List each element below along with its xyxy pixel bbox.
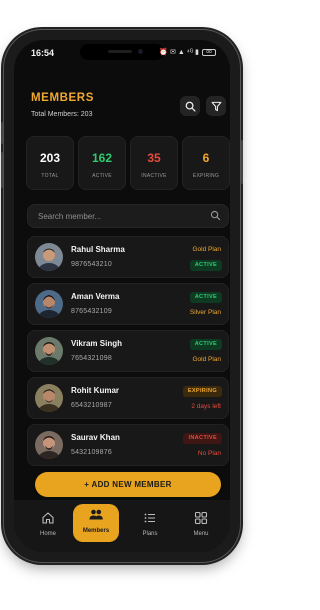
- stat-value: 35: [147, 151, 161, 165]
- search-input[interactable]: [27, 204, 229, 228]
- status-icons-text: ⏰ ✉ ▲ ⁴ᴳ ▮: [159, 49, 199, 56]
- member-phone: 7654321098: [71, 355, 112, 362]
- plan-label: Gold Plan: [192, 246, 221, 253]
- member-card[interactable]: Vikram Singh 7654321098 ACTIVE Gold Plan: [27, 330, 229, 372]
- nav-label: Home: [39, 531, 56, 537]
- total-members-count: Total Members: 203: [31, 111, 93, 118]
- plan-label: Silver Plan: [189, 309, 221, 316]
- users-icon: [89, 509, 103, 520]
- status-badge: INACTIVE: [183, 433, 222, 444]
- member-phone: 8765432109: [71, 308, 112, 315]
- search-icon: [185, 101, 196, 112]
- avatar: [35, 337, 63, 365]
- phone-frame: 16:54 ⏰ ✉ ▲ ⁴ᴳ ▮ 88 MEMBERS Total Member…: [1, 30, 243, 562]
- page-title: MEMBERS: [31, 92, 94, 104]
- grid-icon: [194, 511, 208, 525]
- filter-button[interactable]: [206, 96, 226, 116]
- status-badge: EXPIRING: [182, 386, 222, 397]
- stat-value: 6: [202, 151, 210, 165]
- volume-down-button: [1, 152, 3, 188]
- nav-label: Plans: [142, 531, 158, 537]
- avatar: [35, 431, 63, 459]
- stat-expiring[interactable]: 6 EXPIRING: [182, 136, 230, 190]
- plan-label: Gold Plan: [192, 356, 221, 363]
- member-card[interactable]: Saurav Khan 5432109876 INACTIVE No Plan: [27, 424, 229, 466]
- stat-total[interactable]: 203 TOTAL: [26, 136, 74, 190]
- list-icon: [144, 513, 155, 523]
- member-name: Rahul Sharma: [71, 245, 125, 254]
- member-name: Rohit Kumar: [71, 386, 119, 395]
- member-name: Aman Verma: [71, 292, 120, 301]
- system-icons: ⏰ ✉ ▲ ⁴ᴳ ▮ 88: [159, 48, 216, 56]
- add-new-member-button[interactable]: + ADD NEW MEMBER: [35, 472, 221, 497]
- stat-label: ACTIVE: [92, 173, 112, 179]
- nav-home[interactable]: Home: [28, 506, 68, 546]
- status-bar: 16:54 ⏰ ✉ ▲ ⁴ᴳ ▮ 88: [14, 40, 230, 64]
- expiry-label: 2 days left: [191, 403, 221, 410]
- stat-inactive[interactable]: 35 INACTIVE: [130, 136, 178, 190]
- status-badge: ACTIVE: [189, 260, 222, 271]
- member-phone: 9876543210: [71, 261, 112, 268]
- search-field-icon: [210, 210, 221, 221]
- avatar: [35, 290, 63, 318]
- member-card[interactable]: Aman Verma 8765432109 ACTIVE Silver Plan: [27, 283, 229, 325]
- member-name: Vikram Singh: [71, 339, 122, 348]
- bottom-navigation: Home Members Plans Menu: [14, 500, 230, 552]
- battery-icon: 88: [202, 48, 216, 56]
- stat-label: INACTIVE: [141, 173, 167, 179]
- member-phone: 6543210987: [71, 402, 112, 409]
- avatar: [35, 384, 63, 412]
- nav-plans[interactable]: Plans: [130, 506, 170, 546]
- power-button: [241, 140, 243, 184]
- home-icon: [42, 512, 54, 524]
- volume-up-button: [1, 122, 3, 144]
- member-card[interactable]: Rohit Kumar 6543210987 EXPIRING 2 days l…: [27, 377, 229, 419]
- stat-active[interactable]: 162 ACTIVE: [78, 136, 126, 190]
- stat-label: TOTAL: [41, 173, 59, 179]
- search-button[interactable]: [180, 96, 200, 116]
- filter-icon: [211, 101, 221, 111]
- status-time: 16:54: [31, 48, 55, 58]
- status-badge: ACTIVE: [189, 339, 222, 350]
- member-name: Saurav Khan: [71, 433, 120, 442]
- stats-row: 203 TOTAL 162 ACTIVE 35 INACTIVE 6 EXPIR…: [26, 136, 230, 192]
- plan-label: No Plan: [197, 450, 221, 457]
- app-screen: 16:54 ⏰ ✉ ▲ ⁴ᴳ ▮ 88 MEMBERS Total Member…: [14, 40, 230, 552]
- nav-label: Members: [82, 528, 110, 534]
- nav-menu[interactable]: Menu: [181, 506, 221, 546]
- stat-value: 203: [39, 151, 61, 165]
- member-card[interactable]: Rahul Sharma 9876543210 Gold Plan ACTIVE: [27, 236, 229, 278]
- nav-members[interactable]: Members: [73, 504, 119, 542]
- avatar: [35, 243, 63, 271]
- member-phone: 5432109876: [71, 449, 112, 456]
- status-badge: ACTIVE: [189, 292, 222, 303]
- stat-value: 162: [91, 151, 113, 165]
- stat-label: EXPIRING: [192, 173, 220, 179]
- nav-label: Menu: [193, 531, 209, 537]
- camera-notch: [80, 44, 164, 60]
